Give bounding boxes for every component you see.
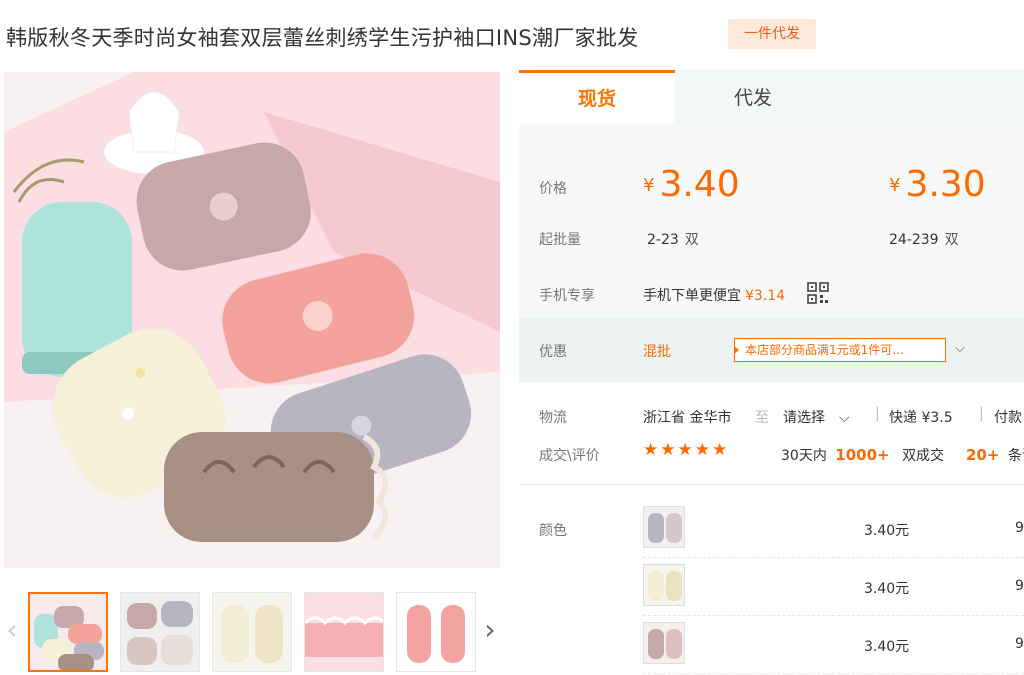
sku-price: 3.40元 [864, 639, 910, 655]
sku-price: 3.40元 [864, 581, 910, 597]
sku-row[interactable]: 3.40元 9 [643, 616, 1024, 674]
sku-thumbnail-image [644, 623, 684, 663]
promotion-detail[interactable]: 本店部分商品满1元或1件可... [734, 338, 946, 362]
thumbnail-3[interactable] [212, 592, 292, 672]
sku-list: 颜色 3.40元 9 3.40元 9 3.40元 9 [519, 500, 1024, 675]
review-count-unit: 条评 [1007, 448, 1024, 464]
sku-thumbnail-image [644, 507, 684, 547]
tab-dropship[interactable]: 代发 [675, 70, 831, 124]
thumbnail-strip: ‹ › [0, 588, 510, 674]
thumbnail-4[interactable] [304, 592, 384, 672]
thumbnail-1[interactable] [28, 592, 108, 672]
thumbnail-image [213, 593, 291, 671]
tier-unit: 双 [944, 232, 959, 248]
chevron-left-icon[interactable]: ‹ [2, 610, 22, 650]
rating-stars[interactable]: ★★★★★ [643, 440, 729, 460]
review-stats[interactable]: 20+ 条评 [966, 445, 1024, 465]
ship-to-label: 至 [755, 410, 769, 426]
price-label: 价格 [539, 181, 567, 197]
thumbnail-image [121, 593, 199, 671]
sku-thumbnail [643, 506, 685, 548]
sku-price: 3.40元 [864, 523, 910, 539]
currency-symbol: ¥ [889, 175, 901, 196]
sku-stock: 9 [1015, 636, 1024, 652]
review-count: 20+ [966, 446, 1000, 464]
payment-info: 付款 [994, 410, 1022, 426]
sku-stock: 9 [1015, 520, 1024, 536]
thumbnail-image [30, 594, 106, 670]
chevron-down-icon: ⌵ [839, 410, 850, 426]
star-icon: ★ [694, 440, 712, 460]
tier-price-2: ¥3.30 [889, 164, 986, 205]
deals-label: 成交\评价 [539, 448, 600, 464]
deal-count: 1000+ [835, 446, 890, 464]
mobile-price-caption: 手机下单更便宜 [643, 288, 741, 304]
logistics-label: 物流 [539, 410, 567, 426]
mobile-exclusive-label: 手机专享 [539, 288, 595, 304]
deal-count-unit: 双成交 [902, 448, 945, 464]
tier-unit: 双 [684, 232, 699, 248]
destination-select[interactable]: 请选择 ⌵ [783, 407, 850, 427]
promotion-label: 优惠 [539, 344, 567, 360]
sku-row[interactable]: 3.40元 9 [643, 500, 1024, 558]
tab-bar: 现货 代发 [519, 70, 1024, 124]
chevron-down-icon[interactable]: ⌵ [955, 341, 965, 356]
mobile-price-value: ¥3.14 [745, 288, 786, 304]
tier-range-value: 24-239 [889, 232, 939, 248]
promotion-panel: 优惠 混批 本店部分商品满1元或1件可... ⌵ [519, 318, 1024, 382]
destination-select-label: 请选择 [783, 410, 825, 426]
currency-symbol: ¥ [643, 175, 655, 196]
sku-thumbnail-image [644, 565, 684, 605]
star-half-icon: ★ [712, 440, 730, 460]
divider-line [519, 484, 1024, 485]
sku-stock: 9 [1015, 578, 1024, 594]
divider: | [875, 406, 880, 422]
main-image-illustration [4, 72, 500, 568]
purchase-panel: 现货 代发 价格 ¥3.40 ¥3.30 起批量 2-23 双 24-239 双 手… [519, 70, 1024, 675]
express-fee: 快递 ¥3.5 [889, 410, 953, 426]
tier-range-2: 24-239 双 [889, 229, 959, 249]
main-product-image[interactable] [4, 72, 500, 568]
sku-thumbnail [643, 622, 685, 664]
moq-label: 起批量 [539, 232, 581, 248]
tier-range-1: 2-23 双 [647, 229, 699, 249]
deal-stats: 30天内 1000+ 双成交 [781, 445, 944, 465]
tier-price-value: 3.40 [659, 164, 740, 205]
product-title: 韩版秋冬天季时尚女袖套双层蕾丝刺绣学生污护袖口INS潮厂家批发 [6, 26, 639, 50]
mobile-price-text: 手机下单更便宜 ¥3.14 [643, 285, 785, 305]
thumbnail-image [305, 593, 383, 671]
divider: | [979, 406, 984, 422]
sku-row[interactable]: 3.40元 9 [643, 558, 1024, 616]
chevron-right-icon[interactable]: › [480, 610, 500, 650]
dropship-badge[interactable]: 一件代发 [728, 19, 816, 49]
tier-price-1: ¥3.40 [643, 164, 740, 205]
mixed-batch-tag: 混批 [643, 344, 671, 360]
star-icon: ★ [660, 440, 678, 460]
thumbnail-image [397, 593, 475, 671]
tier-price-value: 3.30 [905, 164, 986, 205]
title-row: 韩版秋冬天季时尚女袖套双层蕾丝刺绣学生污护袖口INS潮厂家批发 一件代发 [0, 0, 1024, 70]
star-icon: ★ [643, 440, 661, 460]
star-icon: ★ [677, 440, 695, 460]
thumbnail-2[interactable] [120, 592, 200, 672]
thumbnail-5[interactable] [396, 592, 476, 672]
qr-code-icon[interactable] [807, 282, 829, 304]
tier-range-value: 2-23 [647, 232, 679, 248]
ship-origin: 浙江省 金华市 [643, 410, 732, 426]
deal-period: 30天内 [781, 448, 827, 464]
sku-thumbnail [643, 564, 685, 606]
tab-in-stock[interactable]: 现货 [519, 70, 675, 124]
color-label: 颜色 [539, 523, 567, 539]
